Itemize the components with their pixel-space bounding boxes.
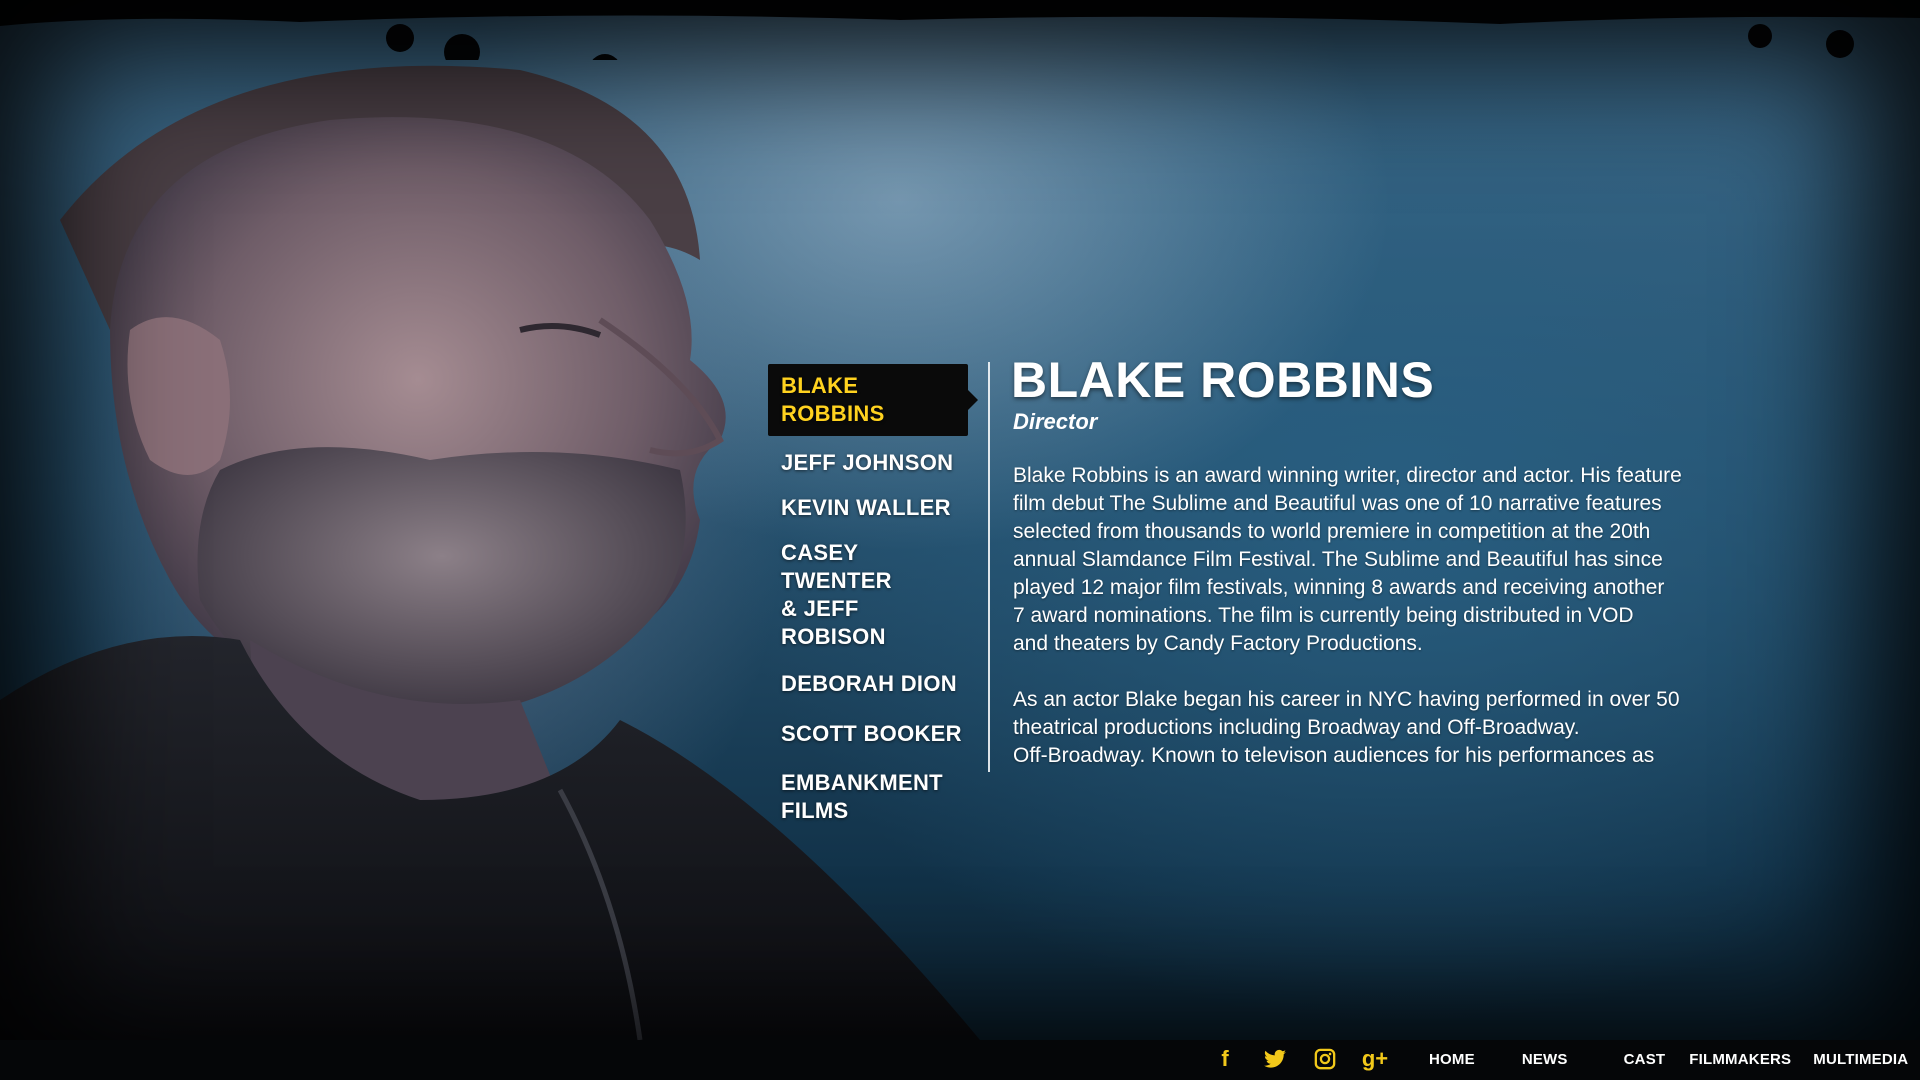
cast-item-jeff-johnson[interactable]: JEFF JOHNSON: [768, 449, 968, 477]
cast-item-label: EMBANKMENT FILMS: [781, 770, 943, 823]
main-nav: HOME NEWS CAST FILMMAKERS MULTIMEDIA: [1415, 1044, 1908, 1074]
cast-item-blake-robbins[interactable]: BLAKE ROBBINS: [768, 364, 978, 436]
cast-item-casey-twenter-jeff-robison[interactable]: CASEY TWENTER & JEFF ROBISON: [768, 539, 968, 651]
bio-paragraph-2: As an actor Blake began his career in NY…: [1013, 688, 1680, 767]
cast-item-kevin-waller[interactable]: KEVIN WALLER: [768, 494, 968, 522]
facebook-icon[interactable]: f: [1205, 1044, 1245, 1074]
cast-item-embankment-films[interactable]: EMBANKMENT FILMS: [768, 769, 968, 825]
twitter-icon[interactable]: [1255, 1044, 1295, 1074]
instagram-icon[interactable]: [1305, 1044, 1345, 1074]
bio-paragraph-1: Blake Robbins is an award winning writer…: [1013, 464, 1682, 655]
bio-role: Director: [1013, 409, 1098, 434]
twitter-bird-glyph: [1264, 1049, 1286, 1068]
torn-edge-decoration: [0, 0, 1920, 60]
cast-item-label: KEVIN WALLER: [781, 495, 951, 520]
menu-divider: [988, 362, 990, 772]
bio-name: BLAKE ROBBINS: [1011, 352, 1435, 408]
facebook-glyph: f: [1221, 1046, 1229, 1071]
nav-multimedia[interactable]: MULTIMEDIA: [1813, 1051, 1908, 1068]
cast-item-label: JEFF JOHNSON: [781, 450, 954, 475]
cast-item-deborah-dion[interactable]: DEBORAH DION: [768, 670, 968, 698]
google-plus-glyph: g+: [1361, 1046, 1389, 1071]
cast-item-label: BLAKE ROBBINS: [781, 373, 885, 426]
cast-item-scott-booker[interactable]: SCOTT BOOKER: [768, 720, 968, 748]
cast-item-label: SCOTT BOOKER: [781, 721, 962, 746]
nav-cast[interactable]: CAST: [1624, 1051, 1666, 1068]
nav-filmmakers[interactable]: FILMMAKERS: [1689, 1051, 1791, 1068]
nav-news[interactable]: NEWS: [1522, 1051, 1568, 1068]
cast-item-label: CASEY TWENTER & JEFF ROBISON: [781, 540, 892, 649]
google-plus-icon[interactable]: g+: [1355, 1044, 1395, 1074]
social-links: f g+: [1205, 1043, 1405, 1075]
nav-home[interactable]: HOME: [1429, 1051, 1475, 1068]
instagram-glyph: [1314, 1048, 1336, 1070]
cast-menu: BLAKE ROBBINS JEFF JOHNSON KEVIN WALLER …: [768, 364, 978, 825]
cast-item-label: DEBORAH DION: [781, 671, 957, 696]
bio-panel: BLAKE ROBBINS Director Blake Robbins is …: [1011, 352, 1801, 770]
